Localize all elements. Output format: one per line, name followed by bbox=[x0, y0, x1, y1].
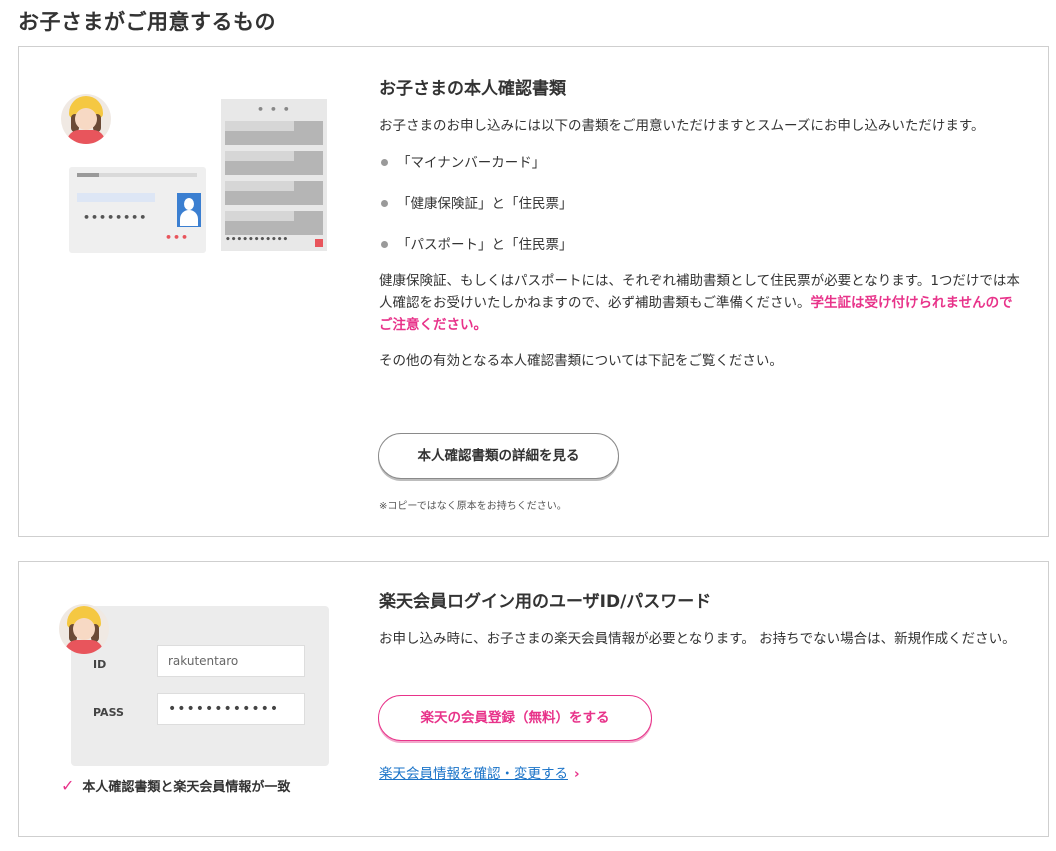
child-avatar-icon bbox=[59, 604, 109, 654]
view-id-details-button[interactable]: 本人確認書類の詳細を見る bbox=[378, 433, 619, 479]
rakuten-login-text: お申し込み時に、お子さまの楽天会員情報が必要となります。 お持ちでない場合は、新… bbox=[379, 631, 1016, 647]
id-photo-icon bbox=[177, 193, 201, 227]
other-documents-text: その他の有効となる本人確認書類については下記をご覧ください。 bbox=[379, 353, 783, 369]
id-label: ID bbox=[93, 658, 107, 671]
login-form-icon: ID rakutentaro PASS •••••••••••• bbox=[71, 606, 329, 766]
list-item: 「マイナンバーカード」 bbox=[379, 153, 1020, 173]
pass-label: PASS bbox=[93, 706, 124, 719]
document-top-dots: • • • bbox=[257, 103, 291, 116]
check-member-info-link[interactable]: 楽天会員情報を確認・変更する › bbox=[379, 762, 580, 782]
login-illustration: ID rakutentaro PASS •••••••••••• ✓ 本人確認書類… bbox=[19, 562, 359, 812]
document-icon: • • • ••••••••••• bbox=[221, 99, 327, 251]
card-number-dots: •••••••• bbox=[83, 211, 148, 224]
document-list: 「マイナンバーカード」 「健康保険証」と「住民票」 「パスポート」と「住民票」 bbox=[379, 153, 1020, 255]
register-member-button[interactable]: 楽天の会員登録（無料）をする bbox=[378, 695, 652, 741]
check-icon: ✓ bbox=[61, 776, 75, 795]
match-check-text: 本人確認書類と楽天会員情報が一致 bbox=[82, 780, 291, 795]
card-red-dots: ••• bbox=[165, 231, 190, 244]
rakuten-login-card: ID rakutentaro PASS •••••••••••• ✓ 本人確認書類… bbox=[18, 561, 1049, 837]
supplementary-note: 健康保険証、もしくはパスポートには、それぞれ補助書類として住民票が必要となります… bbox=[379, 270, 1020, 336]
match-check: ✓ 本人確認書類と楽天会員情報が一致 bbox=[61, 776, 290, 795]
id-documents-illustration: •••••••• ••• • • • ••••••••••• bbox=[19, 47, 359, 307]
pass-value-box: •••••••••••• bbox=[157, 693, 305, 725]
original-document-note: ※コピーではなく原本をお持ちください。 bbox=[379, 501, 567, 512]
document-bottom-dots: ••••••••••• bbox=[225, 235, 289, 245]
id-card-icon: •••••••• ••• bbox=[69, 167, 206, 253]
id-documents-card: •••••••• ••• • • • ••••••••••• お子さまの本人確認… bbox=[18, 46, 1049, 537]
id-documents-intro: お子さまのお申し込みには以下の書類をご用意いただけますとスムーズにお申し込みいた… bbox=[379, 118, 985, 134]
child-avatar-icon bbox=[61, 94, 111, 144]
id-documents-content: お子さまの本人確認書類 お子さまのお申し込みには以下の書類をご用意いただけますと… bbox=[379, 77, 1020, 372]
list-item: 「パスポート」と「住民票」 bbox=[379, 235, 1020, 255]
rakuten-login-title: 楽天会員ログイン用のユーザID/パスワード bbox=[379, 592, 712, 612]
chevron-right-icon: › bbox=[574, 766, 580, 782]
id-value-box: rakutentaro bbox=[157, 645, 305, 677]
page-title: お子さまがご用意するもの bbox=[18, 10, 276, 34]
check-member-info-link-label: 楽天会員情報を確認・変更する bbox=[379, 766, 568, 782]
id-documents-title: お子さまの本人確認書類 bbox=[379, 79, 566, 99]
list-item: 「健康保険証」と「住民票」 bbox=[379, 194, 1020, 214]
rakuten-login-content: 楽天会員ログイン用のユーザID/パスワード お申し込み時に、お子さまの楽天会員情… bbox=[379, 590, 1020, 650]
